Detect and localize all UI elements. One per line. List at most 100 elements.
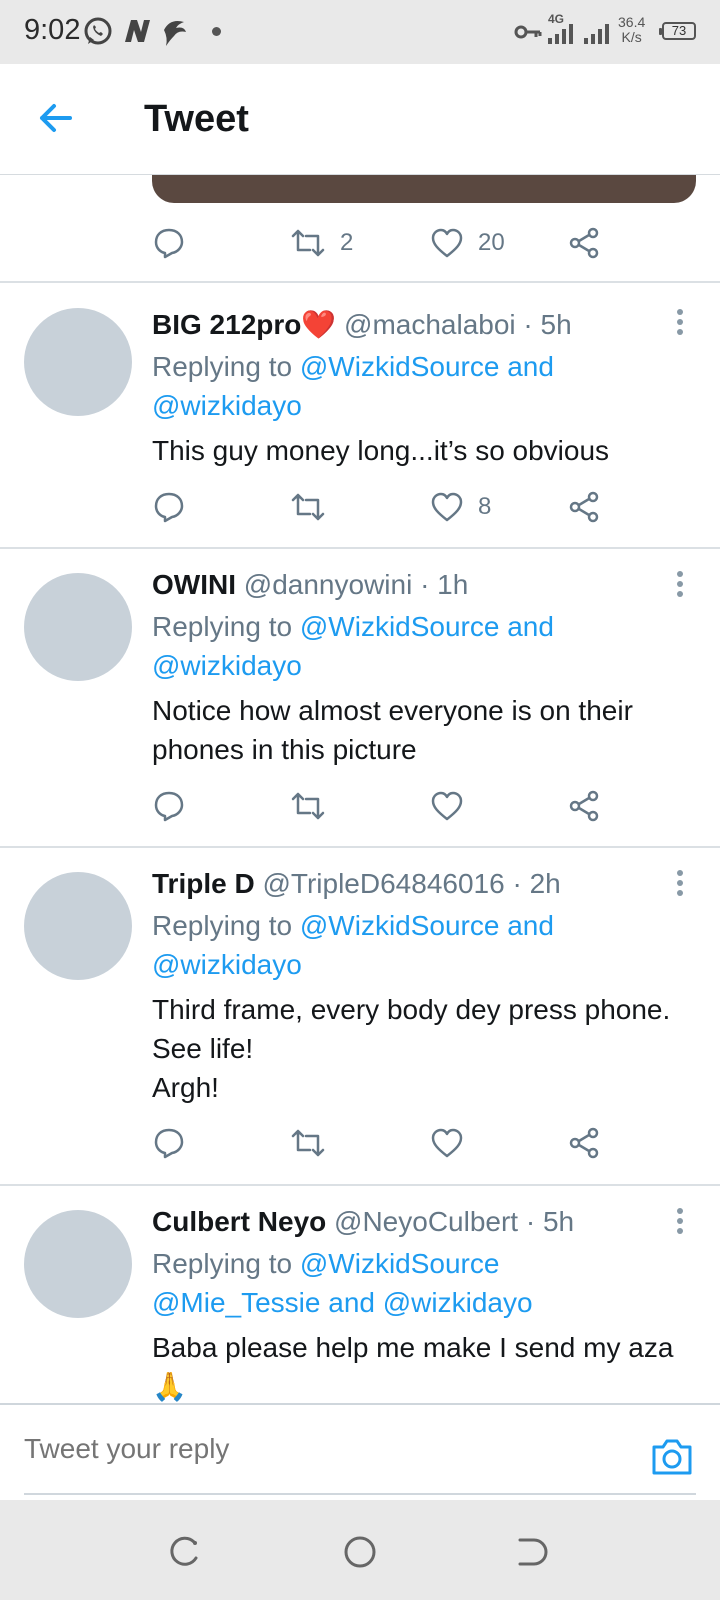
avatar[interactable] [24,308,132,416]
back-icon[interactable] [512,1534,548,1570]
network-speed: 36.4 K/s [618,15,645,45]
more-options-icon[interactable] [672,870,688,900]
like-button[interactable]: 8 [430,482,491,532]
reply-input[interactable] [24,1433,584,1465]
signal-icon [548,24,573,44]
tweet-header: BIG 212pro❤️ @machalaboi · 5h [152,308,572,342]
reply-tweet[interactable]: Culbert Neyo @NeyoCulbert · 5h Replying … [0,1186,720,1403]
mention-link[interactable]: @WizkidSource and [300,910,554,941]
reply-button[interactable] [152,1118,186,1168]
reply-icon [154,228,184,259]
tweet-text: Baba please help me make I send my aza 🙏 [152,1328,712,1403]
replying-to: Replying to @WizkidSource and @wizkidayo [152,906,692,984]
mention-link[interactable]: @wizkidayo [152,386,692,425]
retweet-button[interactable]: 2 [290,218,353,268]
battery-icon: 73 [659,22,696,40]
reply-tweet[interactable]: OWINI @dannyowini · 1h Replying to @Wizk… [0,549,720,847]
notification-dot [212,27,221,36]
reply-tweet[interactable]: Triple D @TripleD64846016 · 2h Replying … [0,848,720,1186]
like-count: 20 [478,229,505,256]
share-icon [569,491,599,523]
back-arrow-icon[interactable] [36,98,76,138]
hand-app-icon [164,21,186,46]
heart-icon [431,791,463,821]
handle-time: @TripleD64846016 · 2h [262,868,561,899]
display-name[interactable]: Culbert Neyo [152,1206,326,1237]
heart-icon [431,228,463,258]
retweet-button[interactable] [290,781,326,831]
key-icon [514,25,542,39]
tweet-text-line: phones in this picture [152,734,417,765]
reply-button[interactable] [152,781,186,831]
home-icon[interactable] [342,1534,378,1570]
handle-time: @NeyoCulbert · 5h [334,1206,575,1237]
tweet-text: Third frame, every body dey press phone.… [152,990,712,1107]
like-button[interactable]: 20 [430,218,505,268]
recent-apps-icon[interactable] [166,1534,202,1570]
replying-to: Replying to @WizkidSource and @wizkidayo [152,347,692,425]
retweet-button[interactable] [290,482,326,532]
more-options-icon[interactable] [672,571,688,601]
replying-to: Replying to @WizkidSource @Mie_Tessie an… [152,1244,692,1322]
replying-prefix: Replying to [152,910,300,941]
display-name[interactable]: Triple D [152,868,255,899]
like-button[interactable] [430,781,464,831]
more-options-icon[interactable] [672,1208,688,1238]
avatar[interactable] [24,1210,132,1318]
reply-composer [0,1403,720,1495]
tweet-text-line: 🙏 [152,1371,187,1402]
tweet-text-line: This guy money long...it’s so obvious [152,435,610,466]
like-button[interactable] [430,1118,464,1168]
heart-icon [431,492,463,522]
page-title: Tweet [144,98,249,140]
tweet-header: OWINI @dannyowini · 1h [152,568,468,602]
status-time: 9:02 [24,14,81,46]
whatsapp-icon [84,17,112,45]
retweet-icon [291,792,325,820]
mention-link[interactable]: @wizkidayo [152,945,692,984]
display-name[interactable]: OWINI [152,569,236,600]
speed-value: 36.4 [618,14,646,30]
tweet-text-line: Argh! [152,1072,219,1103]
share-button[interactable] [568,781,602,831]
handle-time: @dannyowini · 1h [243,569,469,600]
share-button[interactable] [568,482,602,532]
share-button[interactable] [568,1118,602,1168]
reply-button[interactable] [152,482,186,532]
retweet-icon [291,493,325,521]
replying-prefix: Replying to [152,611,300,642]
retweet-button[interactable] [290,1118,326,1168]
share-icon [569,790,599,822]
tweet-header: Culbert Neyo @NeyoCulbert · 5h [152,1205,574,1239]
speed-unit: K/s [621,29,642,45]
input-underline [24,1493,696,1495]
tweet-action-bar: 2 20 [0,218,720,268]
camera-icon[interactable] [650,1437,694,1477]
mention-link[interactable]: @WizkidSource and [300,351,554,382]
more-options-icon[interactable] [672,309,688,339]
n-app-icon [125,20,150,42]
tweet-text-line: Baba please help me make I send my aza [152,1332,674,1363]
retweet-icon [291,1129,325,1157]
mention-link[interactable]: @WizkidSource [300,1248,500,1279]
share-icon [569,227,599,259]
replying-prefix: Replying to [152,351,300,382]
avatar[interactable] [24,573,132,681]
tweet-media-image[interactable] [152,175,696,203]
reply-tweet[interactable]: BIG 212pro❤️ @machalaboi · 5h Replying t… [0,283,720,548]
tweet-text-line: Notice how almost everyone is on their [152,695,633,726]
display-name[interactable]: BIG 212pro❤️ [152,309,336,340]
tweet-text: This guy money long...it’s so obvious [152,431,712,470]
status-bar: 9:02 4G 36.4 K/s 73 [0,0,720,64]
tweet-text-line: Third frame, every body dey press phone. [152,994,671,1025]
tweet-text-line: See life! [152,1033,254,1064]
reply-button[interactable] [152,218,186,268]
mention-link[interactable]: @Mie_Tessie and @wizkidayo [152,1283,692,1322]
mention-link[interactable]: @wizkidayo [152,646,692,685]
share-button[interactable] [568,218,602,268]
tweet-text: Notice how almost everyone is on their p… [152,691,712,769]
heart-icon [431,1128,463,1158]
tweet-action-bar: 8 [0,482,720,532]
avatar[interactable] [24,872,132,980]
mention-link[interactable]: @WizkidSource and [300,611,554,642]
